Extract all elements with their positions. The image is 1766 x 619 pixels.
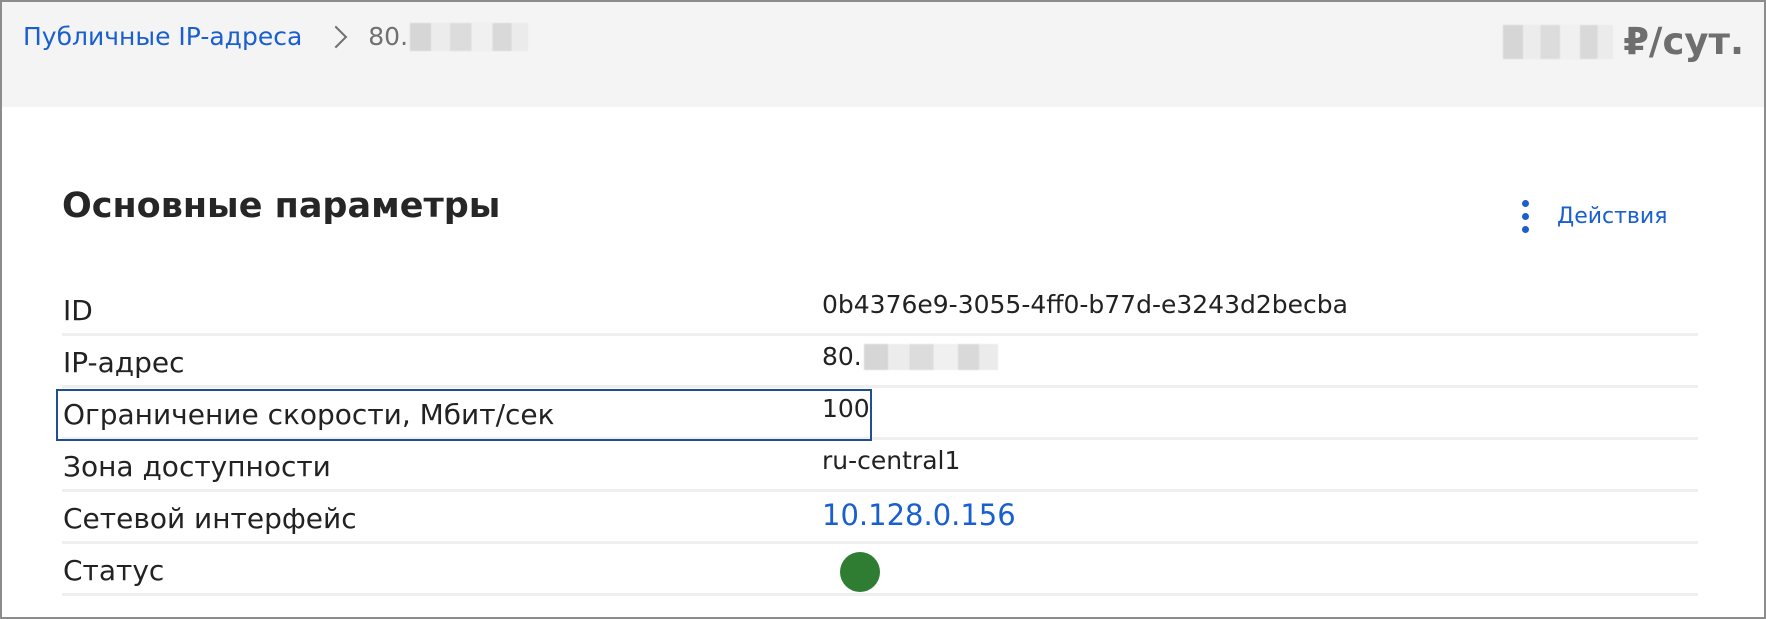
param-row-ip: IP-адрес 80. [62,336,1698,388]
param-value-network-interface: 10.128.0.156 [822,498,1016,532]
param-label: ID [63,294,93,327]
param-row-network-interface: Сетевой интерфейс 10.128.0.156 [62,492,1698,544]
redacted-ip-mask [863,343,998,370]
param-row-zone: Зона доступности ru-central1 [62,440,1698,492]
param-label: IP-адрес [63,346,185,379]
param-row-status: Статус [62,544,1698,596]
actions-label: Действия [1557,204,1668,229]
breadcrumb-current-text: 80. [368,22,409,51]
param-label: Статус [63,554,165,587]
param-value-ip: 80. [822,342,998,371]
param-row-id: ID 0b4376e9-3055-4ff0-b77d-e3243d2becba [62,284,1698,336]
ip-prefix: 80. [822,342,862,371]
actions-button[interactable]: Действия [1522,200,1667,233]
breadcrumb-link-public-ips[interactable]: Публичные IP-адреса [23,22,302,52]
param-label: Ограничение скорости, Мбит/сек [63,398,555,431]
status-indicator-icon [840,552,880,592]
param-row-speed-limit: Ограничение скорости, Мбит/сек 100 [62,388,1698,440]
param-value-speed-limit: 100 [822,394,870,423]
breadcrumb: Публичные IP-адреса 80. [23,22,529,52]
vertical-dots-icon [1522,200,1529,233]
param-value-status [822,550,880,592]
price-suffix: ₽/сут. [1623,20,1744,63]
redacted-price-mask [1503,24,1614,59]
param-label: Зона доступности [63,450,331,483]
param-value-zone: ru-central1 [822,446,961,475]
section-title: Основные параметры [62,186,501,226]
parameters-list: ID 0b4376e9-3055-4ff0-b77d-e3243d2becba … [62,284,1698,596]
param-value-id: 0b4376e9-3055-4ff0-b77d-e3243d2becba [822,290,1348,319]
header-bar: Публичные IP-адреса 80. ₽/сут. [2,2,1764,107]
network-interface-link[interactable]: 10.128.0.156 [822,498,1016,532]
redacted-ip-mask [410,23,529,51]
param-label: Сетевой интерфейс [63,502,357,535]
chevron-right-icon [324,25,348,49]
price-per-day: ₽/сут. [1503,20,1744,63]
breadcrumb-current: 80. [368,22,529,52]
ip-address-details-panel: Публичные IP-адреса 80. ₽/сут. Основные … [0,0,1766,619]
